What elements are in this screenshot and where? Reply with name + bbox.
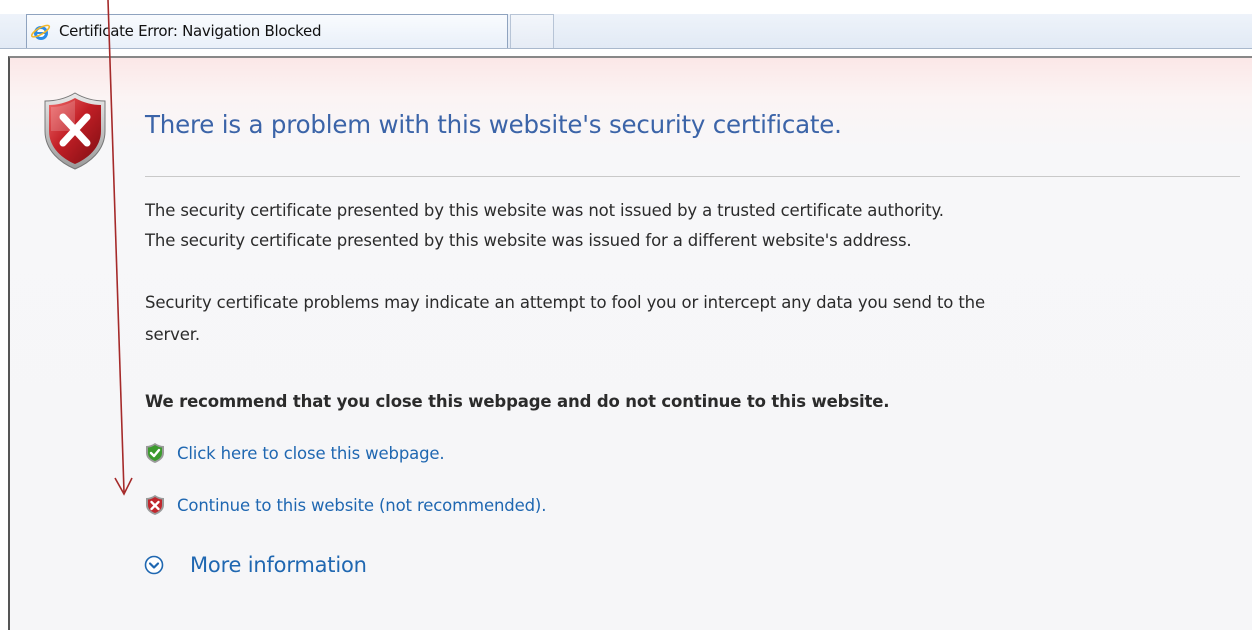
tab-bar: Certificate Error: Navigation Blocked (0, 0, 1252, 52)
divider (145, 176, 1240, 177)
red-shield-x-icon (146, 495, 164, 515)
more-information-toggle[interactable]: More information (144, 551, 367, 579)
chevron-down-circle-icon[interactable] (144, 555, 164, 575)
green-shield-check-icon (146, 443, 164, 463)
shield-error-icon (44, 92, 106, 170)
recommendation-text: We recommend that you close this webpage… (145, 392, 890, 411)
new-tab-button[interactable] (510, 14, 554, 48)
continue-to-website-link[interactable]: Continue to this website (not recommende… (145, 493, 546, 517)
tab-title: Certificate Error: Navigation Blocked (59, 22, 322, 40)
warning-text-line2: server. (145, 325, 200, 344)
more-information-label[interactable]: More information (190, 553, 367, 577)
close-webpage-link-label[interactable]: Click here to close this webpage. (177, 444, 445, 463)
error-detail-untrusted: The security certificate presented by th… (145, 201, 944, 220)
ie-logo-icon (31, 24, 51, 40)
close-webpage-link[interactable]: Click here to close this webpage. (145, 441, 445, 465)
browser-window: Certificate Error: Navigation Blocked Th… (0, 0, 1252, 630)
continue-to-website-link-label[interactable]: Continue to this website (not recommende… (177, 496, 546, 515)
page-title: There is a problem with this website's s… (145, 110, 842, 139)
tab-certificate-error[interactable]: Certificate Error: Navigation Blocked (26, 14, 508, 48)
error-detail-address-mismatch: The security certificate presented by th… (145, 231, 912, 250)
warning-text-line1: Security certificate problems may indica… (145, 293, 985, 312)
